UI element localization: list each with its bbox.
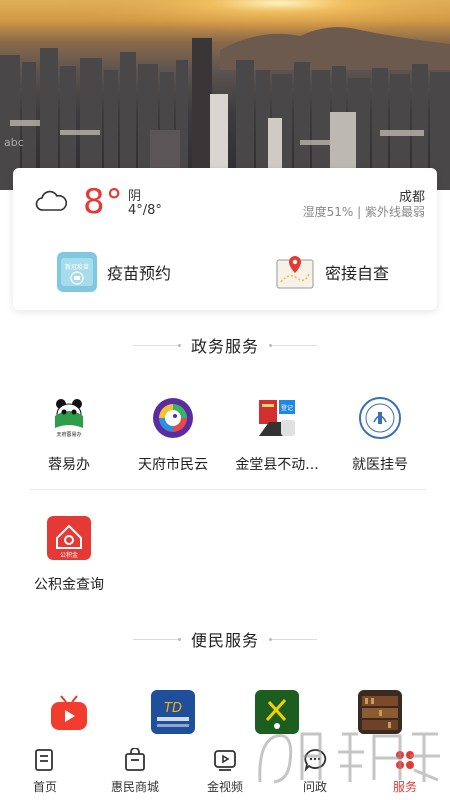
- divider-line: [269, 637, 317, 641]
- housing-fund-icon: 公积金: [47, 516, 91, 560]
- service-jintang-property[interactable]: 登记 金堂县不动...: [225, 396, 329, 474]
- service-library[interactable]: [328, 690, 432, 738]
- tab-video[interactable]: 金视频: [180, 742, 270, 800]
- service-hospital-registration-label: 就医挂号: [352, 457, 408, 473]
- tab-service-label: 服务: [392, 780, 417, 794]
- tab-home-label: 首页: [32, 780, 57, 794]
- svg-text:天府蓉易办: 天府蓉易办: [56, 431, 81, 438]
- service-video-tv[interactable]: [17, 690, 121, 738]
- weather-card[interactable]: 8° 阴 4°/8° 成都 湿度51% | 紫外线最弱 新冠疫苗 疫苗预约 密接…: [13, 168, 437, 310]
- map-pin-icon: [276, 256, 314, 289]
- video-icon: [214, 750, 236, 771]
- tab-inquiry[interactable]: 问政: [270, 742, 360, 800]
- library-icon: [358, 690, 402, 734]
- citizen-cloud-icon: [153, 398, 193, 438]
- service-tianfu-citizen-cloud-label: 天府市民云: [138, 457, 208, 473]
- service-green[interactable]: [225, 690, 329, 738]
- custom-service-icon: TD: [151, 690, 195, 734]
- shop-bag-icon: [125, 748, 145, 771]
- city-skyline-illustration: [0, 0, 450, 190]
- svg-text:登记: 登记: [281, 404, 293, 412]
- property-registry-icon: 登记: [255, 396, 299, 440]
- service-housing-fund-label: 公积金查询: [34, 577, 104, 593]
- service-rongyiban-label: 蓉易办: [48, 457, 90, 473]
- gov-section-title: 政务服务: [190, 337, 259, 356]
- civic-section-title: 便民服务: [190, 631, 259, 650]
- chat-icon: [304, 749, 327, 772]
- temperature-range: 4°/8°: [128, 203, 162, 218]
- vaccine-appointment-button[interactable]: 新冠疫苗 疫苗预约: [57, 252, 171, 292]
- svg-text:公积金: 公积金: [60, 551, 78, 559]
- vaccine-appointment-label: 疫苗预约: [107, 264, 172, 283]
- gov-section-header: 政务服务: [0, 333, 450, 357]
- divider-line: [132, 637, 181, 641]
- service-jintang-property-label: 金堂县不动...: [235, 457, 319, 473]
- tab-inquiry-label: 问政: [302, 780, 327, 794]
- tab-home[interactable]: 首页: [0, 742, 90, 800]
- weather-condition: 阴: [128, 189, 142, 204]
- tab-mall[interactable]: 惠民商城: [90, 742, 180, 800]
- home-icon: [35, 749, 53, 771]
- tab-service[interactable]: 服务: [360, 742, 450, 800]
- svg-text:TD: TD: [164, 701, 182, 716]
- green-service-icon: [255, 690, 299, 734]
- tab-video-label: 金视频: [206, 780, 243, 794]
- video-tv-icon: [47, 690, 91, 734]
- svg-text:新冠疫苗: 新冠疫苗: [65, 263, 89, 271]
- close-contact-check-label: 密接自查: [325, 264, 390, 283]
- service-rongyiban[interactable]: 天府蓉易办 蓉易办: [17, 396, 121, 474]
- close-contact-check-button[interactable]: 密接自查: [275, 252, 389, 292]
- bottom-tab-bar: 首页 惠民商城 金视频 问政 服务: [0, 742, 450, 800]
- section-divider: [30, 489, 426, 490]
- temperature: 8°: [83, 182, 124, 222]
- vaccine-icon: 新冠疫苗: [57, 252, 97, 292]
- hero-city-banner: abc: [0, 0, 450, 190]
- hero-watermark-text: abc: [4, 136, 24, 149]
- service-icon: [396, 751, 414, 769]
- service-housing-fund[interactable]: 公积金 公积金查询: [17, 516, 121, 594]
- tab-mall-label: 惠民商城: [110, 780, 159, 794]
- hospital-seal-icon: [359, 397, 401, 439]
- service-hospital-registration[interactable]: 就医挂号: [328, 396, 432, 474]
- divider-line: [132, 343, 181, 347]
- cloud-icon: [35, 190, 67, 211]
- divider-line: [269, 343, 317, 347]
- panda-icon: 天府蓉易办: [47, 396, 91, 440]
- humidity-uv: 湿度51% | 紫外线最弱: [302, 205, 425, 219]
- service-tianfu-citizen-cloud[interactable]: 天府市民云: [121, 396, 225, 474]
- service-custom[interactable]: TD: [121, 690, 225, 738]
- civic-section-header: 便民服务: [0, 627, 450, 651]
